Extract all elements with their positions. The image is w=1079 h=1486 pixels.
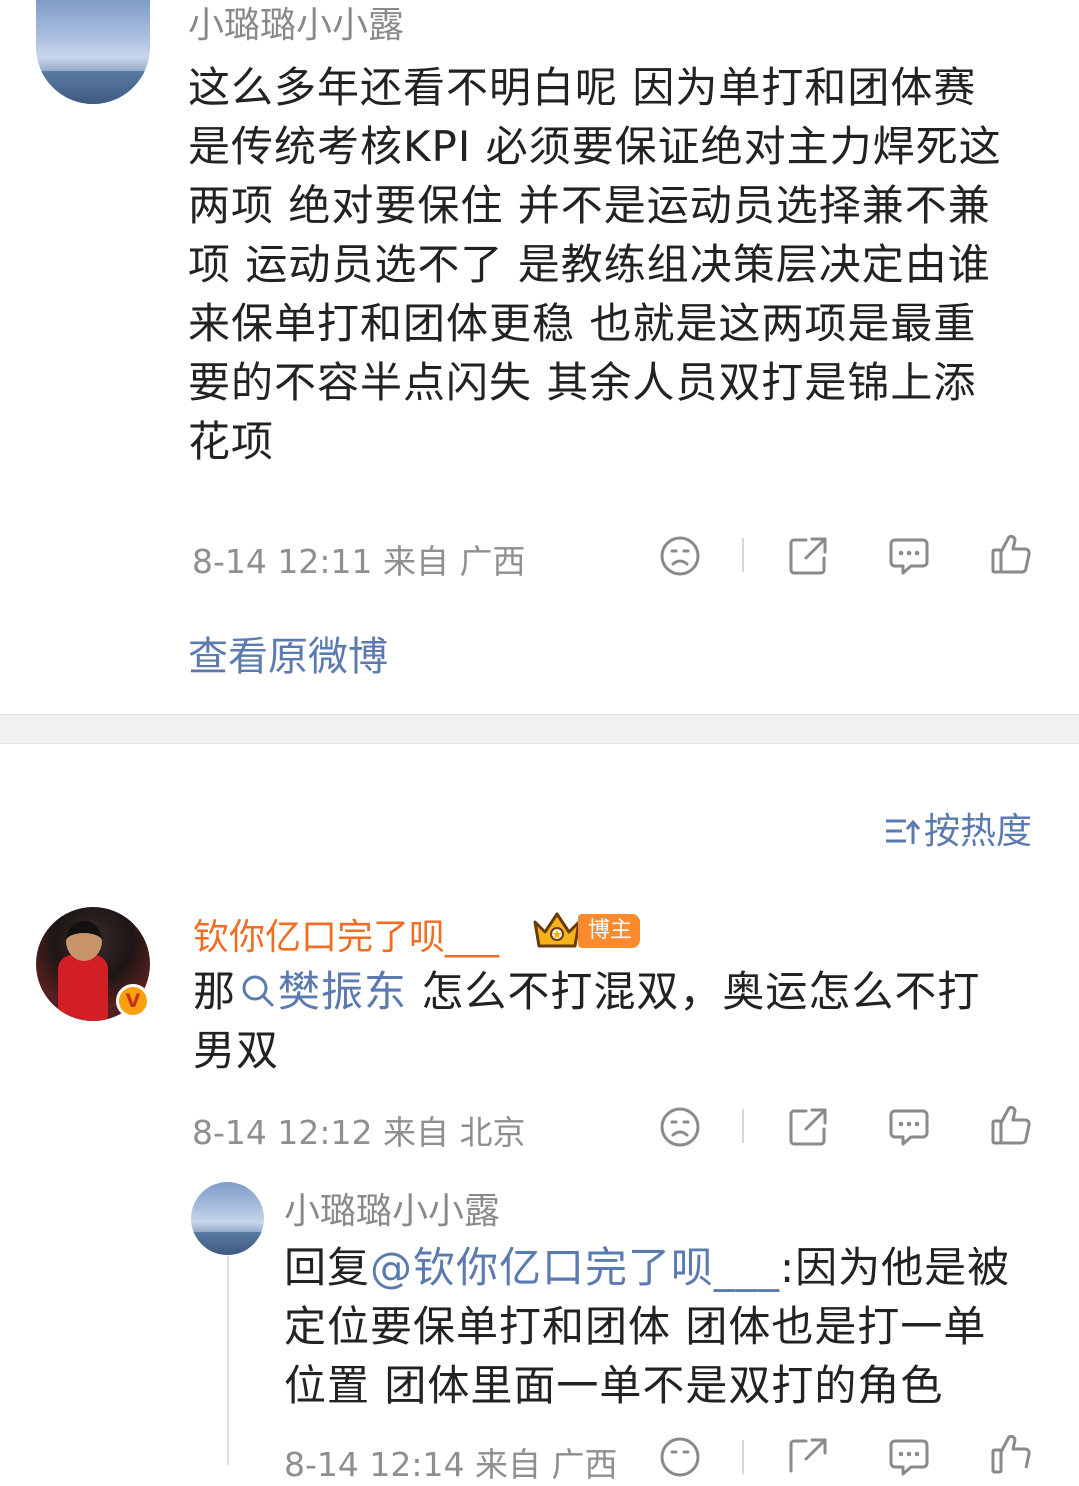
avatar[interactable] — [191, 1182, 264, 1255]
comment-text-line: 男双 — [193, 1026, 280, 1075]
post-text-line: 花项 — [188, 417, 275, 466]
sort-icon — [886, 819, 921, 844]
view-original-link[interactable]: 查看原微博 — [188, 624, 388, 682]
reply-line-rest: :因为他是被 — [780, 1243, 1011, 1292]
comment-meta: 8-14 12:12 来自 北京 — [192, 1113, 526, 1152]
reply-mention-link[interactable]: @钦你亿口完了呗___ — [370, 1243, 780, 1292]
comment-icon[interactable] — [887, 1435, 931, 1479]
sad-face-icon[interactable] — [658, 1435, 702, 1479]
action-divider — [742, 538, 744, 572]
sort-button[interactable]: 按热度 — [884, 802, 1032, 854]
reply-meta: 8-14 12:14 来自 广西 — [284, 1445, 618, 1484]
reply-prefix: 回复 — [284, 1243, 371, 1292]
post-author[interactable]: 小璐璐小小露 — [188, 0, 404, 48]
reply-text: 回复@钦你亿口完了呗___:因为他是被 定位要保单打和团体 团体也是打一单 位置… — [284, 1238, 1010, 1415]
avatar[interactable] — [36, 0, 150, 104]
reply-author[interactable]: 小璐璐小小露 — [284, 1182, 500, 1234]
action-divider — [742, 1440, 744, 1474]
post-text-line: 是传统考核KPI 必须要保证绝对主力焊死这 — [188, 122, 1002, 171]
share-icon[interactable] — [786, 534, 830, 578]
action-divider — [742, 1109, 744, 1143]
mention-name: 樊振东 — [278, 967, 408, 1016]
comment-icon[interactable] — [887, 1105, 931, 1149]
comment-prefix: 那 — [193, 967, 237, 1016]
comment-text-line: 那樊振东 怎么不打混双，奥运怎么不打 — [193, 962, 980, 1021]
comment-line-rest: 怎么不打混双，奥运怎么不打 — [407, 967, 981, 1016]
post-text-line: 两项 绝对要保住 并不是运动员选择兼不兼 — [188, 181, 991, 230]
thumbs-up-icon[interactable] — [989, 1432, 1033, 1476]
share-icon[interactable] — [786, 1435, 830, 1479]
comment-author[interactable]: 钦你亿口完了呗___ — [193, 908, 499, 960]
reply-text-line: 位置 团体里面一单不是双打的角色 — [284, 1361, 944, 1410]
reply-text-line: 回复@钦你亿口完了呗___:因为他是被 — [284, 1238, 1010, 1297]
comment-icon[interactable] — [887, 534, 931, 578]
sad-face-icon[interactable] — [658, 534, 702, 578]
mention-link[interactable]: 樊振东 — [236, 967, 407, 1016]
sort-label: 按热度 — [924, 811, 1033, 852]
sad-face-icon[interactable] — [658, 1105, 702, 1149]
post-meta: 8-14 12:11 来自 广西 — [192, 542, 526, 581]
share-icon[interactable] — [786, 1105, 830, 1149]
thumbs-up-icon[interactable] — [989, 532, 1033, 576]
post-text: 这么多年还看不明白呢 因为单打和团体赛 是传统考核KPI 必须要保证绝对主力焊死… — [188, 58, 1002, 471]
verified-badge: V — [116, 984, 150, 1018]
reply-thread-line — [227, 1256, 229, 1465]
blogger-badge: 博主 — [578, 914, 641, 948]
post-text-line: 这么多年还看不明白呢 因为单打和团体赛 — [188, 63, 977, 112]
search-icon — [242, 975, 274, 1007]
section-divider — [0, 714, 1079, 744]
post-text-line: 项 运动员选不了 是教练组决策层决定由谁 — [188, 240, 991, 289]
thumbs-up-icon[interactable] — [989, 1103, 1033, 1147]
post-text-line: 要的不容半点闪失 其余人员双打是锦上添 — [188, 358, 977, 407]
reply-text-line: 定位要保单打和团体 团体也是打一单 — [284, 1302, 987, 1351]
post-text-line: 来保单打和团体更稳 也就是这两项是最重 — [188, 299, 977, 348]
crown-icon — [533, 912, 581, 948]
comment-text: 那樊振东 怎么不打混双，奥运怎么不打 男双 — [193, 962, 980, 1080]
